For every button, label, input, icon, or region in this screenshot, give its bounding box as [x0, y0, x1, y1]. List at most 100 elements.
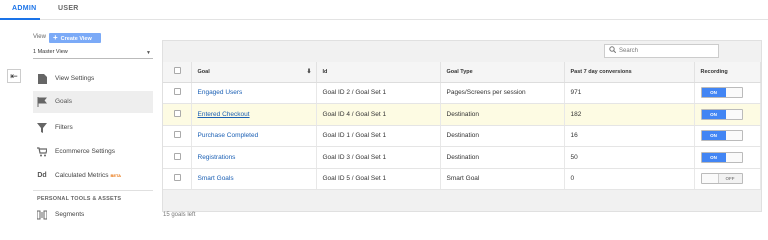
- view-selector[interactable]: 1 Master View ▼: [33, 49, 153, 59]
- column-header-id[interactable]: Id: [316, 62, 441, 83]
- table-row: Entered Checkout Goal ID 4 / Goal Set 1 …: [163, 103, 761, 126]
- recording-toggle[interactable]: ON: [700, 151, 743, 163]
- create-view-button[interactable]: + Create View: [49, 33, 101, 43]
- active-tab-indicator: [0, 18, 40, 20]
- row-checkbox[interactable]: [174, 88, 181, 96]
- plus-icon: +: [53, 33, 58, 42]
- row-select-cell: [163, 103, 192, 126]
- column-header-goal[interactable]: Goal ⬇: [191, 62, 317, 83]
- table-row: Purchase Completed Goal ID 1 / Goal Set …: [163, 125, 761, 147]
- segments-icon: [36, 210, 48, 220]
- filter-icon: [37, 123, 47, 133]
- nav-divider: [33, 190, 153, 191]
- goals-remaining-text: 15 goals left: [163, 212, 196, 218]
- caret-down-icon: ▼: [146, 50, 151, 56]
- search-icon: [609, 46, 617, 58]
- goal-id-cell: Goal ID 5 / Goal Set 1: [316, 168, 441, 190]
- sidebar-item-segments[interactable]: Segments: [33, 204, 153, 226]
- search-placeholder: Search: [619, 48, 639, 54]
- goal-type-cell: Destination: [440, 146, 565, 169]
- sidebar-item-filters[interactable]: Filters: [33, 117, 153, 139]
- conversions-cell: 0: [564, 168, 695, 190]
- select-all-cell: [163, 62, 192, 83]
- goal-id-cell: Goal ID 4 / Goal Set 1: [316, 103, 441, 126]
- recording-cell: ON: [694, 125, 761, 147]
- goal-name-link[interactable]: Registrations: [198, 154, 236, 161]
- column-header-recording[interactable]: Recording: [694, 62, 761, 83]
- recording-toggle[interactable]: ON: [700, 130, 743, 142]
- dd-icon: Dd: [37, 172, 47, 179]
- header-label: Goal Type: [446, 68, 473, 75]
- column-header-conversions[interactable]: Past 7 day conversions: [564, 62, 695, 83]
- goal-name-link[interactable]: Purchase Completed: [198, 132, 259, 139]
- goal-name-cell[interactable]: Registrations: [191, 146, 317, 169]
- create-view-label: Create View: [60, 36, 92, 42]
- row-checkbox[interactable]: [174, 109, 181, 117]
- row-select-cell: [163, 146, 192, 169]
- sidebar-item-label: Ecommerce Settings: [55, 148, 115, 155]
- document-icon: [37, 74, 47, 84]
- toggle-on-label: ON: [701, 109, 726, 119]
- header-label: Past 7 day conversions: [570, 68, 632, 75]
- row-checkbox[interactable]: [174, 174, 181, 182]
- recording-toggle[interactable]: ON: [700, 87, 743, 99]
- view-label: View: [33, 34, 46, 40]
- recording-cell: OFF: [694, 168, 761, 190]
- recording-cell: ON: [694, 82, 761, 104]
- goal-name-cell[interactable]: Engaged Users: [191, 82, 317, 104]
- goal-name-link[interactable]: Entered Checkout: [198, 111, 250, 118]
- search-input[interactable]: Search: [604, 44, 719, 58]
- goals-table: Goal ⬇ Id Goal Type Past 7 day conversion…: [163, 62, 761, 190]
- table-row: Engaged Users Goal ID 2 / Goal Set 1 Pag…: [163, 82, 761, 104]
- goal-id-cell: Goal ID 3 / Goal Set 1: [316, 146, 441, 169]
- sidebar-item-view-settings[interactable]: View Settings: [33, 68, 153, 90]
- conversions-cell: 50: [564, 146, 695, 169]
- recording-toggle[interactable]: ON: [700, 108, 743, 120]
- goal-name-link[interactable]: Engaged Users: [198, 89, 243, 96]
- sidebar-item-ecommerce-settings[interactable]: Ecommerce Settings: [33, 141, 153, 163]
- sidebar-item-label: View Settings: [55, 75, 95, 82]
- goal-id-cell: Goal ID 1 / Goal Set 1: [316, 125, 441, 147]
- tab-admin[interactable]: ADMIN: [12, 5, 36, 12]
- goal-type-cell: Pages/Screens per session: [440, 82, 565, 104]
- toggle-off-label: OFF: [717, 174, 742, 184]
- row-checkbox[interactable]: [174, 152, 181, 160]
- sidebar-item-calculated-metrics[interactable]: Dd Calculated Metrics BETA: [33, 165, 153, 187]
- recording-cell: ON: [694, 146, 761, 169]
- goal-id-cell: Goal ID 2 / Goal Set 1: [316, 82, 441, 104]
- top-tab-bar: ADMIN USER: [0, 0, 768, 20]
- sidebar-item-label: Filters: [55, 124, 73, 131]
- select-all-checkbox[interactable]: [174, 67, 181, 75]
- header-label: Id: [322, 68, 328, 75]
- tab-user[interactable]: USER: [58, 5, 79, 12]
- goal-type-cell: Destination: [440, 103, 565, 126]
- conversions-cell: 16: [564, 125, 695, 147]
- sidebar-item-label: Calculated Metrics: [55, 172, 109, 179]
- goal-name-cell[interactable]: Smart Goals: [191, 168, 317, 190]
- conversions-cell: 971: [564, 82, 695, 104]
- table-row: Smart Goals Goal ID 5 / Goal Set 1 Smart…: [163, 168, 761, 190]
- row-select-cell: [163, 82, 192, 104]
- sidebar-item-label-wrap: Calculated Metrics BETA: [55, 172, 121, 179]
- goal-type-cell: Smart Goal: [440, 168, 565, 190]
- recording-toggle[interactable]: OFF: [700, 173, 743, 185]
- row-select-cell: [163, 125, 192, 147]
- goal-name-link[interactable]: Smart Goals: [198, 175, 234, 182]
- goal-name-cell[interactable]: Entered Checkout: [191, 103, 317, 126]
- sidebar-item-label: Goals: [55, 98, 72, 105]
- view-selector-value: 1 Master View: [33, 49, 68, 55]
- sidebar-item-goals[interactable]: Goals: [33, 91, 153, 113]
- conversions-cell: 182: [564, 103, 695, 126]
- row-checkbox[interactable]: [174, 131, 181, 139]
- header-label: Recording: [700, 68, 728, 75]
- goal-name-cell[interactable]: Purchase Completed: [191, 125, 317, 147]
- toggle-on-label: ON: [701, 131, 726, 141]
- recording-cell: ON: [694, 103, 761, 126]
- flag-icon: [37, 97, 48, 107]
- toggle-on-label: ON: [701, 88, 726, 98]
- cart-icon: [37, 147, 48, 157]
- header-label: Goal: [197, 68, 210, 75]
- arrow-left-icon: ⇤: [10, 71, 18, 81]
- back-button[interactable]: ⇤: [7, 69, 21, 83]
- column-header-goal-type[interactable]: Goal Type: [440, 62, 565, 83]
